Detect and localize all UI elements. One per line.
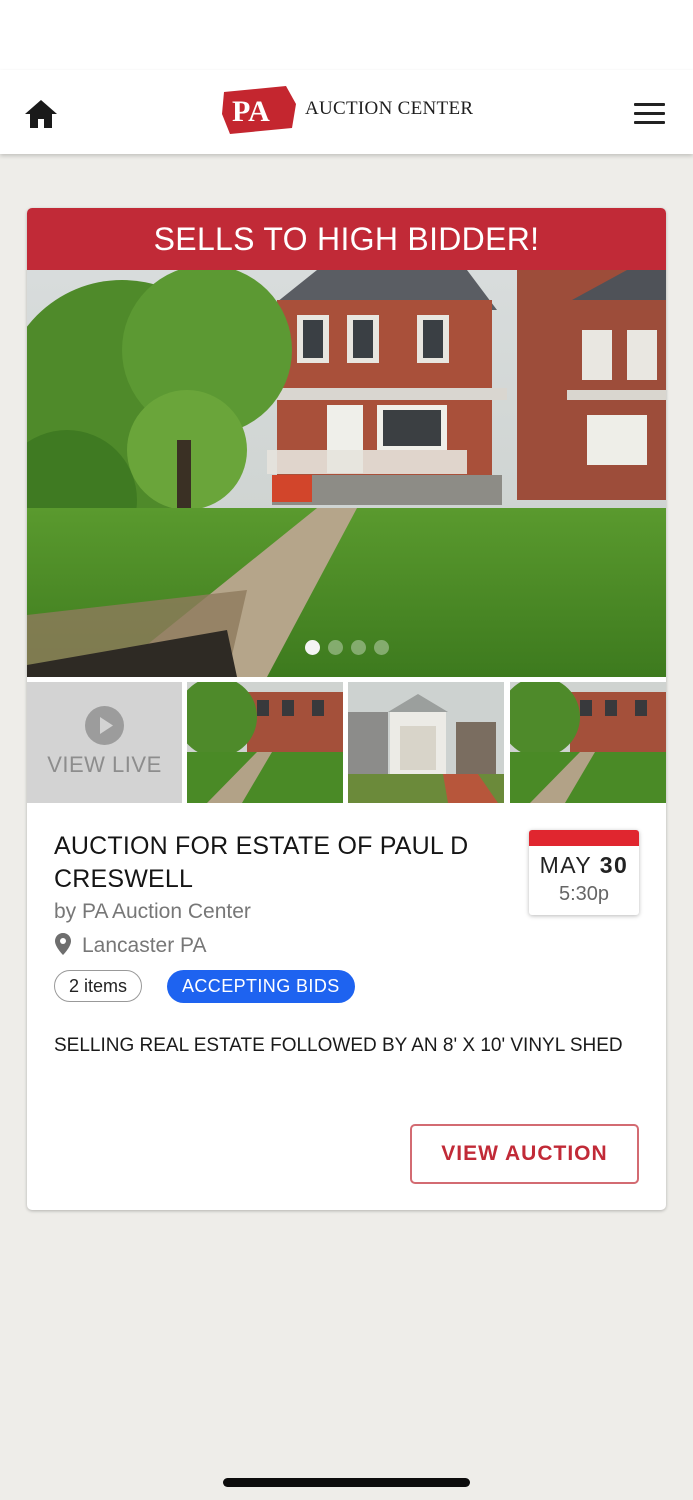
location-text: Lancaster PA <box>82 934 207 957</box>
view-live-label: VIEW LIVE <box>47 752 162 777</box>
play-icon <box>85 706 124 745</box>
home-button[interactable] <box>22 97 60 131</box>
auction-location: Lancaster PA <box>54 933 207 958</box>
photo-thumbnail[interactable] <box>348 682 504 803</box>
site-logo[interactable]: PA AUCTION CENTER <box>220 84 480 138</box>
carousel-dots <box>27 640 666 656</box>
thumbnail-strip: VIEW LIVE <box>27 682 666 803</box>
menu-button[interactable] <box>634 103 670 129</box>
items-count-badge: 2 items <box>54 970 143 1002</box>
carousel-dot[interactable] <box>373 640 389 655</box>
carousel-dot[interactable] <box>304 640 320 655</box>
calendar-icon <box>529 830 639 846</box>
auction-title[interactable]: AUCTION FOR ESTATE OF PAUL D CRESWELL <box>54 830 494 896</box>
house-photo <box>27 270 666 677</box>
auction-date-badge: MAY 30 5:30p <box>529 830 639 915</box>
status-bar <box>0 0 693 70</box>
carousel-dot[interactable] <box>327 640 343 655</box>
hamburger-menu-icon <box>634 103 665 106</box>
map-pin-icon <box>55 933 71 955</box>
date-month: MAY <box>539 852 592 878</box>
logo-text: AUCTION CENTER <box>305 98 474 119</box>
photo-thumbnail[interactable] <box>187 682 343 803</box>
view-auction-button[interactable]: VIEW AUCTION <box>410 1124 639 1184</box>
home-icon <box>25 100 57 128</box>
photo-thumbnail[interactable] <box>510 682 666 803</box>
logo-badge: PA <box>222 86 296 134</box>
carousel-dot[interactable] <box>350 640 366 655</box>
date-day: 30 <box>599 852 629 878</box>
logo-badge-text: PA <box>232 95 270 128</box>
date-time: 5:30p <box>558 883 610 905</box>
auction-description: SELLING REAL ESTATE FOLLOWED BY AN 8' X … <box>54 1035 623 1056</box>
hero-photo[interactable] <box>27 270 666 677</box>
auctioneer-byline: by PA Auction Center <box>54 900 251 923</box>
status-badge: ACCEPTING BIDS <box>167 970 355 1003</box>
home-indicator <box>223 1478 470 1487</box>
view-live-button[interactable]: VIEW LIVE <box>27 682 182 803</box>
app-header: PA AUCTION CENTER <box>0 70 693 154</box>
sale-banner: SELLS TO HIGH BIDDER! <box>27 208 666 270</box>
auction-card: SELLS TO HIGH BIDDER! VIEW LIVE AUCTION … <box>27 208 666 1210</box>
